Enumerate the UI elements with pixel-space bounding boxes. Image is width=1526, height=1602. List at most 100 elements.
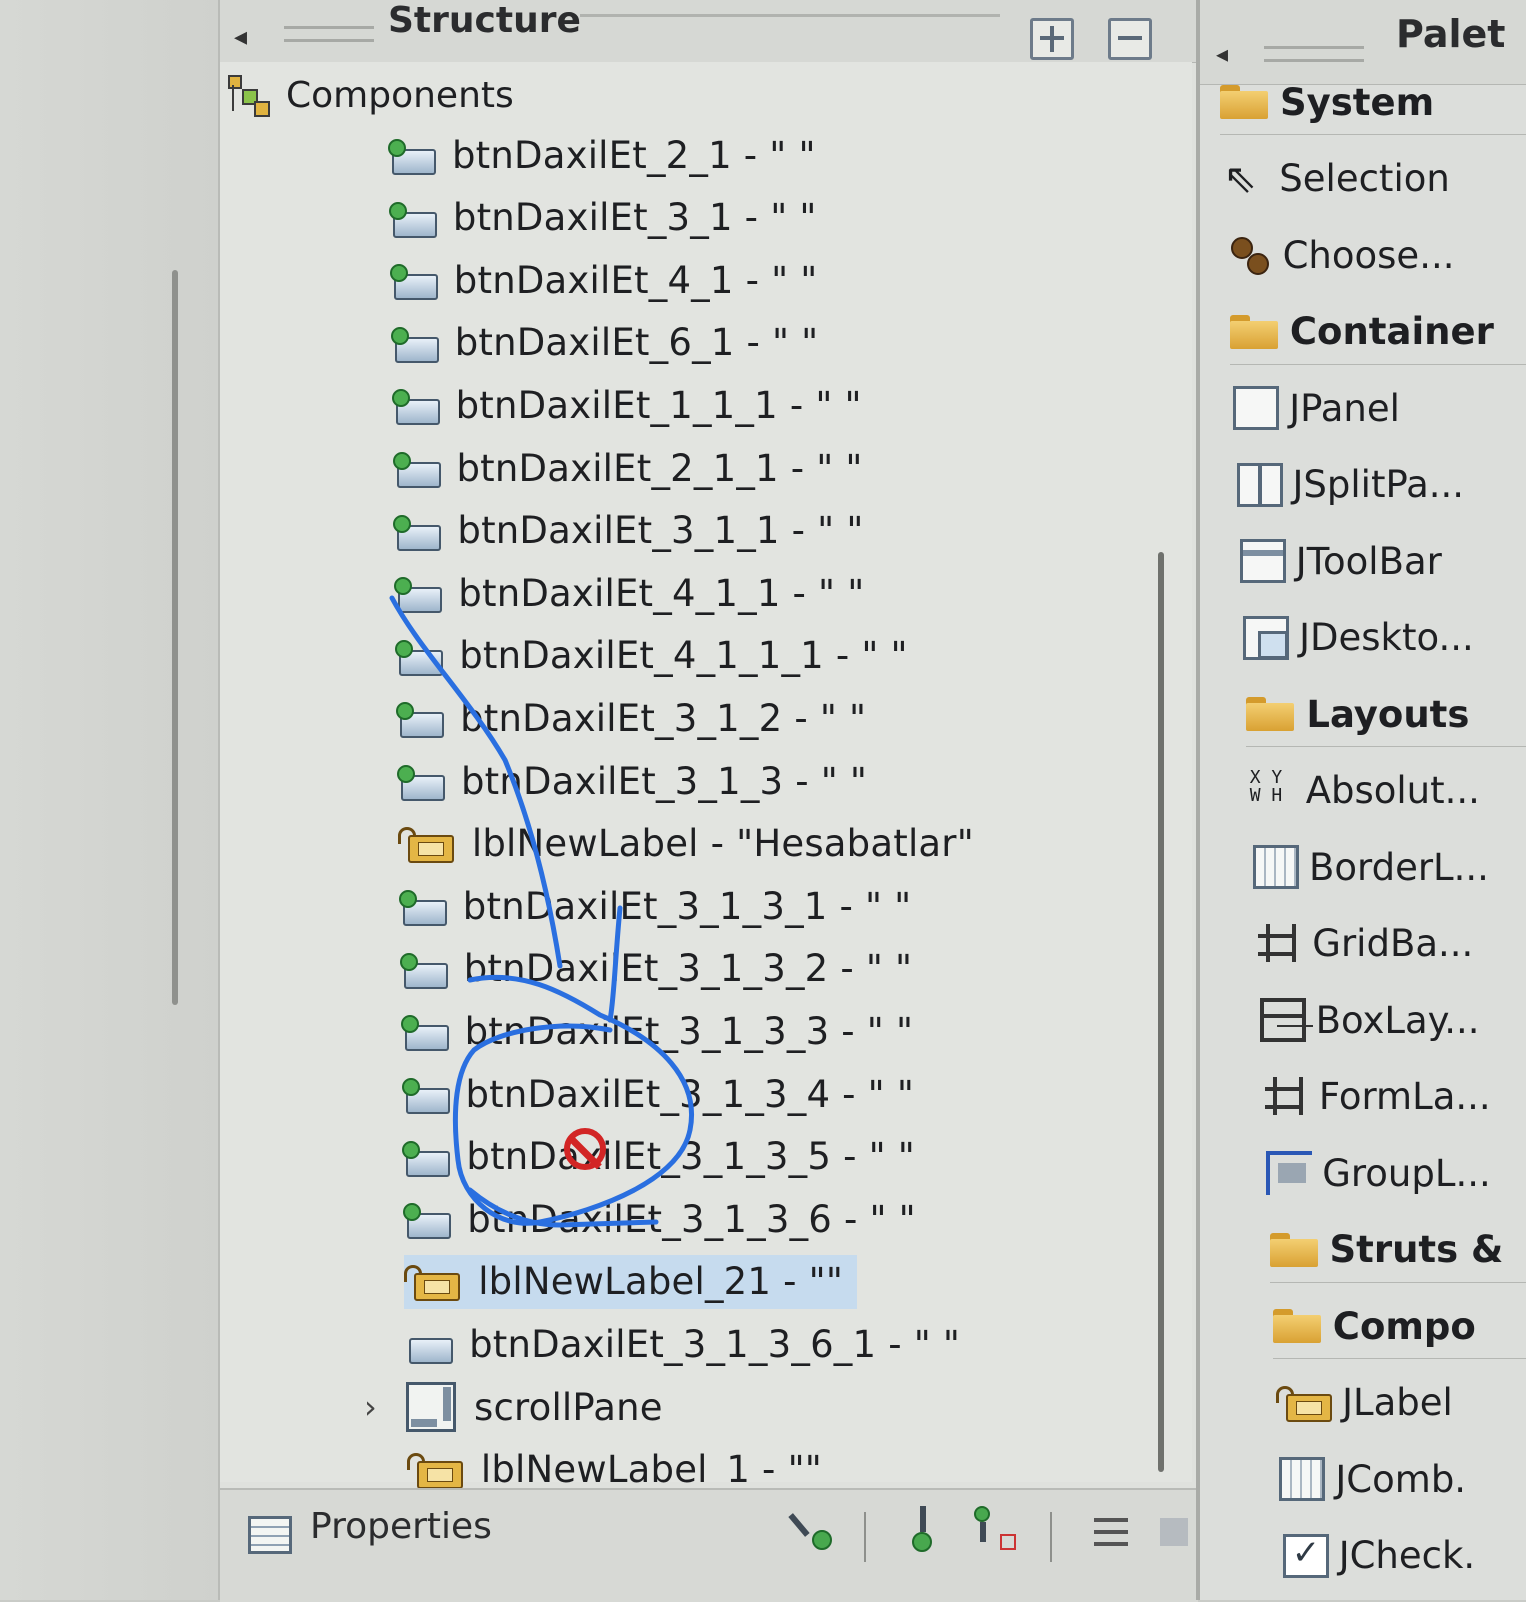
tree-item-label: btnDaxilEt_2_1 - " " [452,134,816,177]
palette-item[interactable]: X YW HAbsolut... [1250,759,1526,823]
collapse-arrow-icon[interactable]: ◂ [234,22,247,52]
drag-grip[interactable] [284,26,374,42]
collapse-arrow-icon[interactable]: ◂ [1216,40,1228,68]
show-events-button[interactable] [790,1506,836,1554]
cursor-icon: ⇖ [1223,157,1269,201]
palette-label: Container [1290,310,1494,353]
folder-icon [1273,1309,1323,1343]
palette-panel: ◂ Palet System⇖SelectionChoose...Contain… [1196,0,1526,1600]
tree-item[interactable]: btnDaxilEt_3_1_1 - " " [393,504,863,558]
palette-item[interactable]: JSplitPa... [1237,453,1526,517]
tree-item-label: btnDaxilEt_2_1_1 - " " [457,447,863,490]
tree-item-label: btnDaxilEt_3_1_1 - " " [457,509,863,552]
palette-item[interactable]: BoxLay... [1260,988,1526,1052]
drag-grip[interactable] [1264,46,1364,62]
tree-item-label: btnDaxilEt_3_1_3_1 - " " [463,885,912,928]
border-layout-icon [1253,845,1299,889]
folder-icon [1270,1233,1320,1267]
restore-default-button[interactable] [1160,1506,1190,1554]
tree-item-label: lblNewLabel_21 - "" [478,1260,843,1303]
tree-item[interactable]: btnDaxilEt_4_1_1_1 - " " [395,629,908,683]
palette-label: System [1280,81,1434,124]
tree-item-label: btnDaxilEt_4_1 - " " [454,259,818,302]
jlabel-icon [404,1265,460,1299]
tree-item[interactable]: btnDaxilEt_4_1 - " " [390,253,818,307]
palette-category[interactable]: System [1220,70,1526,135]
jbutton-icon [403,1203,449,1235]
tree-item-label: btnDaxilEt_1_1_1 - " " [456,384,862,427]
tree-item[interactable]: btnDaxilEt_3_1_3 - " " [397,754,867,808]
properties-icon [248,1516,292,1554]
tree-item[interactable]: btnDaxilEt_3_1_3_5 - " " [402,1130,915,1184]
tree-item[interactable]: btnDaxilEt_3_1_3_6 - " " [403,1192,916,1246]
tree-root-components[interactable]: Components [226,70,514,120]
palette-item[interactable]: JPanel [1233,376,1526,440]
expand-all-button[interactable] [1030,18,1074,60]
palette-item[interactable]: JLabel [1276,1371,1526,1435]
palette-item[interactable]: GroupL... [1266,1141,1526,1205]
tree-item[interactable]: btnDaxilEt_2_1 - " " [388,128,816,182]
palette-item[interactable]: JDeskto... [1243,606,1526,670]
tree-item-label: btnDaxilEt_3_1_3_6_1 - " " [469,1323,960,1366]
tree-item-label: btnDaxilEt_3_1_3_5 - " " [466,1135,915,1178]
tree-item-label: btnDaxilEt_3_1_3_4 - " " [466,1073,915,1116]
palette-category[interactable]: Container [1230,300,1526,365]
goto-definition-button[interactable] [902,1506,948,1554]
palette-item[interactable]: FormLa... [1263,1065,1526,1129]
palette-label: JPanel [1289,387,1400,430]
show-advanced-button[interactable] [1090,1506,1136,1554]
tree-item[interactable]: lblNewLabel - "Hesabatlar" [398,817,974,871]
tree-item[interactable]: btnDaxilEt_3_1_3_4 - " " [402,1067,915,1121]
tree-item[interactable]: btnDaxilEt_3_1_3_1 - " " [399,879,912,933]
tree-item[interactable]: lblNewLabel_21 - "" [404,1255,857,1309]
palette-label: Compo [1333,1305,1476,1348]
tree-item[interactable]: btnDaxilEt_6_1 - " " [391,316,819,370]
jbutton-icon [402,1078,448,1110]
tree-item[interactable]: ›scrollPane [406,1380,663,1434]
palette-label: Choose... [1283,234,1455,277]
palette-label: JComb. [1335,1458,1466,1501]
palette-label: JToolBar [1296,540,1442,583]
palette-category[interactable]: Layouts [1246,682,1526,747]
palette-label: JLabel [1342,1381,1453,1424]
toolbar-separator [1050,1512,1052,1562]
box-layout-icon [1260,998,1306,1042]
palette-label: GroupL... [1322,1152,1491,1195]
collapse-all-button[interactable] [1108,18,1152,60]
gridbag-icon [1256,922,1302,966]
plus-icon-stem [1050,26,1054,52]
tree-item[interactable]: btnDaxilEt_3_1 - " " [389,191,817,245]
jbutton-icon [400,953,446,985]
palette-item[interactable]: ⇖Selection [1223,147,1526,211]
jbutton-icon [405,1328,451,1360]
palette-label: FormLa... [1319,1075,1491,1118]
palette-item[interactable]: JToolBar [1240,529,1526,593]
expand-chevron-icon[interactable]: › [364,1388,377,1426]
tree-item[interactable]: btnDaxilEt_3_1_3_6_1 - " " [405,1317,960,1371]
palette-item[interactable]: Choose... [1227,223,1526,287]
jbutton-icon [391,327,437,359]
palette-item[interactable]: BorderL... [1253,835,1526,899]
structure-panel: ◂ Structure Components btnDaxilEt_2_1 - … [218,0,1198,1600]
toolbar-separator [864,1512,866,1562]
tree-item[interactable]: btnDaxilEt_4_1_1 - " " [394,566,864,620]
tree-item[interactable]: btnDaxilEt_2_1_1 - " " [393,441,863,495]
palette-category[interactable]: Struts & [1270,1218,1526,1283]
tree-item[interactable]: btnDaxilEt_3_1_2 - " " [396,691,866,745]
jbutton-icon [401,1015,447,1047]
convert-local-field-button[interactable] [972,1506,1018,1554]
tree-item[interactable]: btnDaxilEt_3_1_3_3 - " " [401,1004,914,1058]
palette-item[interactable]: JCheck. [1283,1524,1526,1588]
palette-item[interactable]: GridBa... [1256,912,1526,976]
tree-item-label: btnDaxilEt_3_1_3_3 - " " [465,1010,914,1053]
tree-item[interactable]: btnDaxilEt_3_1_3_2 - " " [400,942,913,996]
palette-category[interactable]: Compo [1273,1294,1526,1359]
tree-item[interactable]: btnDaxilEt_1_1_1 - " " [392,378,862,432]
split-pane-icon [1237,463,1283,507]
toolbar-icon [1240,539,1286,583]
checkbox-icon [1283,1534,1329,1578]
tree-scrollbar[interactable] [1158,552,1164,1472]
jbutton-icon [393,515,439,547]
tree-item-label: btnDaxilEt_3_1_3 - " " [461,760,867,803]
palette-item[interactable]: JComb. [1279,1447,1526,1511]
